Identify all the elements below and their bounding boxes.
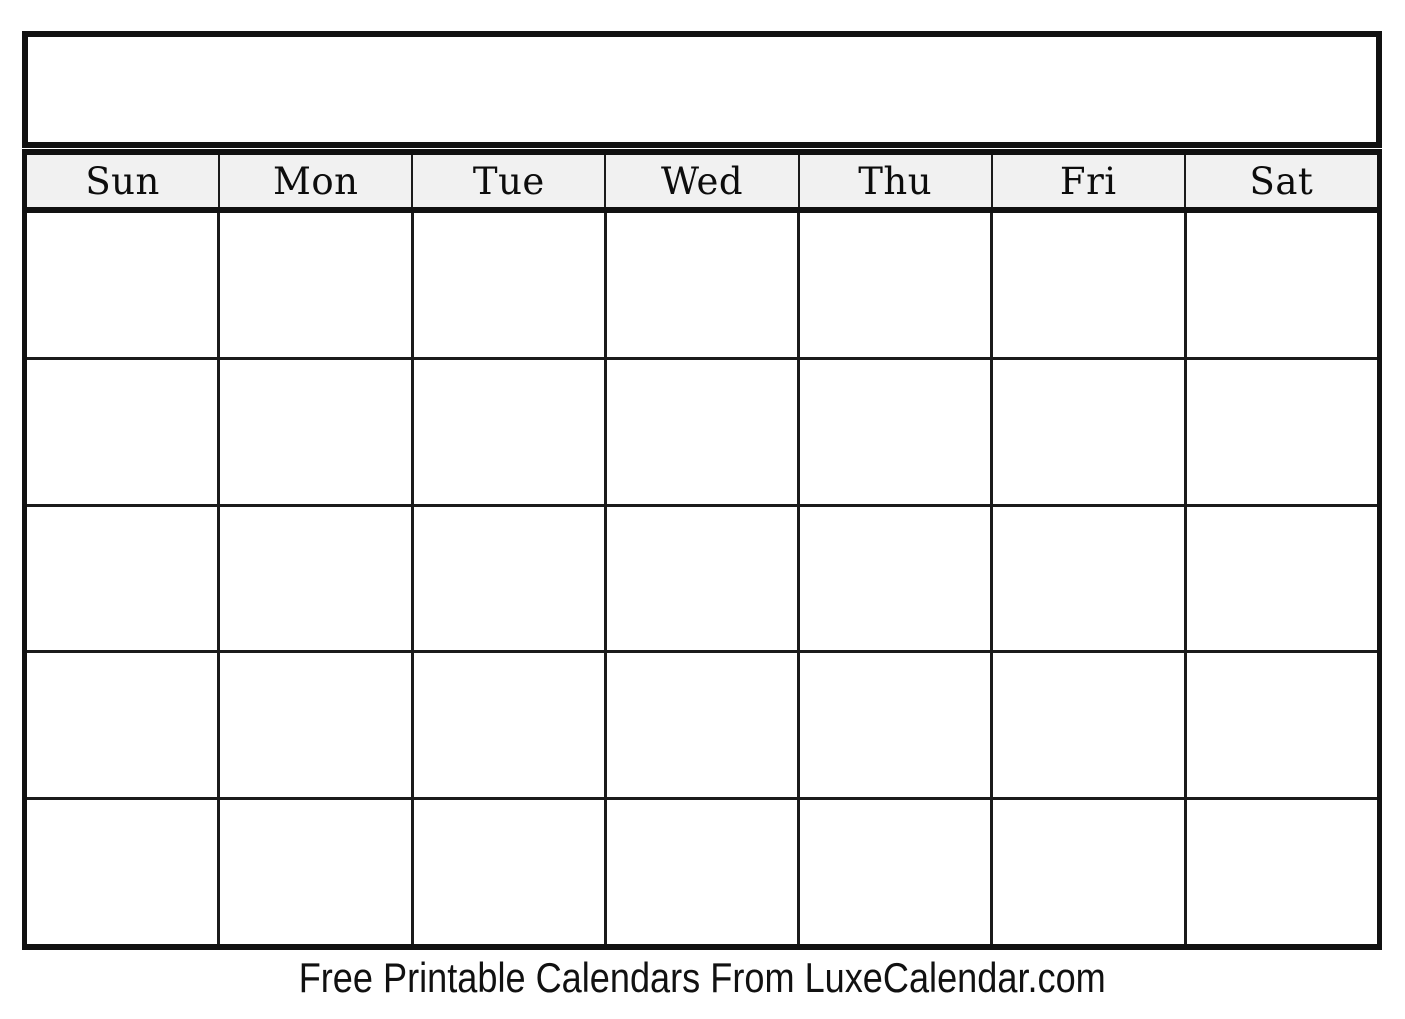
day-cell[interactable] (800, 800, 994, 944)
day-cell[interactable] (220, 800, 414, 944)
week-row (27, 213, 1377, 360)
day-cell[interactable] (800, 213, 994, 357)
day-cell[interactable] (800, 653, 994, 798)
day-cell[interactable] (606, 213, 801, 357)
weekday-cell-sat: Sat (1185, 155, 1377, 207)
day-cell[interactable] (606, 800, 801, 944)
month-year-title-text (28, 37, 1376, 142)
weekday-cell-mon: Mon (220, 155, 414, 207)
day-cell[interactable] (800, 359, 994, 504)
weekday-label-sun: Sun (85, 159, 160, 203)
week-row (27, 653, 1377, 801)
day-cell[interactable] (413, 213, 607, 357)
week-row (27, 506, 1377, 654)
week-row (27, 800, 1377, 944)
weekday-label-wed: Wed (660, 159, 744, 203)
weekday-header-row: Sun Mon Tue Wed Thu Fri Sat (22, 149, 1382, 213)
day-cell[interactable] (220, 506, 414, 651)
weekday-label-thu: Thu (858, 159, 933, 203)
day-cell[interactable] (220, 359, 414, 504)
weekday-label-sat: Sat (1249, 159, 1314, 203)
day-cell[interactable] (993, 800, 1187, 944)
day-cell[interactable] (413, 653, 607, 798)
weekday-label-tue: Tue (472, 159, 545, 203)
calendar-grid (22, 213, 1382, 950)
weekday-cell-tue: Tue (413, 155, 607, 207)
day-cell[interactable] (993, 359, 1187, 504)
day-cell[interactable] (413, 359, 607, 504)
day-cell[interactable] (993, 506, 1187, 651)
weekday-cell-thu: Thu (799, 155, 993, 207)
day-cell[interactable] (606, 359, 801, 504)
weekday-label-fri: Fri (1059, 159, 1117, 203)
day-cell[interactable] (27, 213, 221, 357)
day-cell[interactable] (413, 800, 607, 944)
footer-credit: Free Printable Calendars From LuxeCalend… (0, 950, 1405, 1006)
day-cell[interactable] (27, 359, 221, 504)
day-cell[interactable] (800, 506, 994, 651)
weekday-cell-sun: Sun (27, 155, 221, 207)
day-cell[interactable] (606, 506, 801, 651)
day-cell[interactable] (1186, 653, 1377, 798)
month-year-title-box[interactable] (22, 31, 1382, 148)
weekday-cell-fri: Fri (992, 155, 1186, 207)
weekday-cell-wed: Wed (606, 155, 800, 207)
calendar-page: Sun Mon Tue Wed Thu Fri Sat Free Printab… (0, 0, 1405, 1019)
day-cell[interactable] (993, 213, 1187, 357)
week-row (27, 359, 1377, 507)
day-cell[interactable] (1186, 800, 1377, 944)
day-cell[interactable] (27, 653, 221, 798)
day-cell[interactable] (220, 213, 414, 357)
day-cell[interactable] (993, 653, 1187, 798)
day-cell[interactable] (1186, 506, 1377, 651)
day-cell[interactable] (413, 506, 607, 651)
day-cell[interactable] (1186, 359, 1377, 504)
day-cell[interactable] (220, 653, 414, 798)
day-cell[interactable] (27, 800, 221, 944)
day-cell[interactable] (27, 506, 221, 651)
footer-credit-text: Free Printable Calendars From LuxeCalend… (298, 954, 1107, 1001)
weekday-label-mon: Mon (272, 159, 359, 203)
day-cell[interactable] (606, 653, 801, 798)
day-cell[interactable] (1186, 213, 1377, 357)
